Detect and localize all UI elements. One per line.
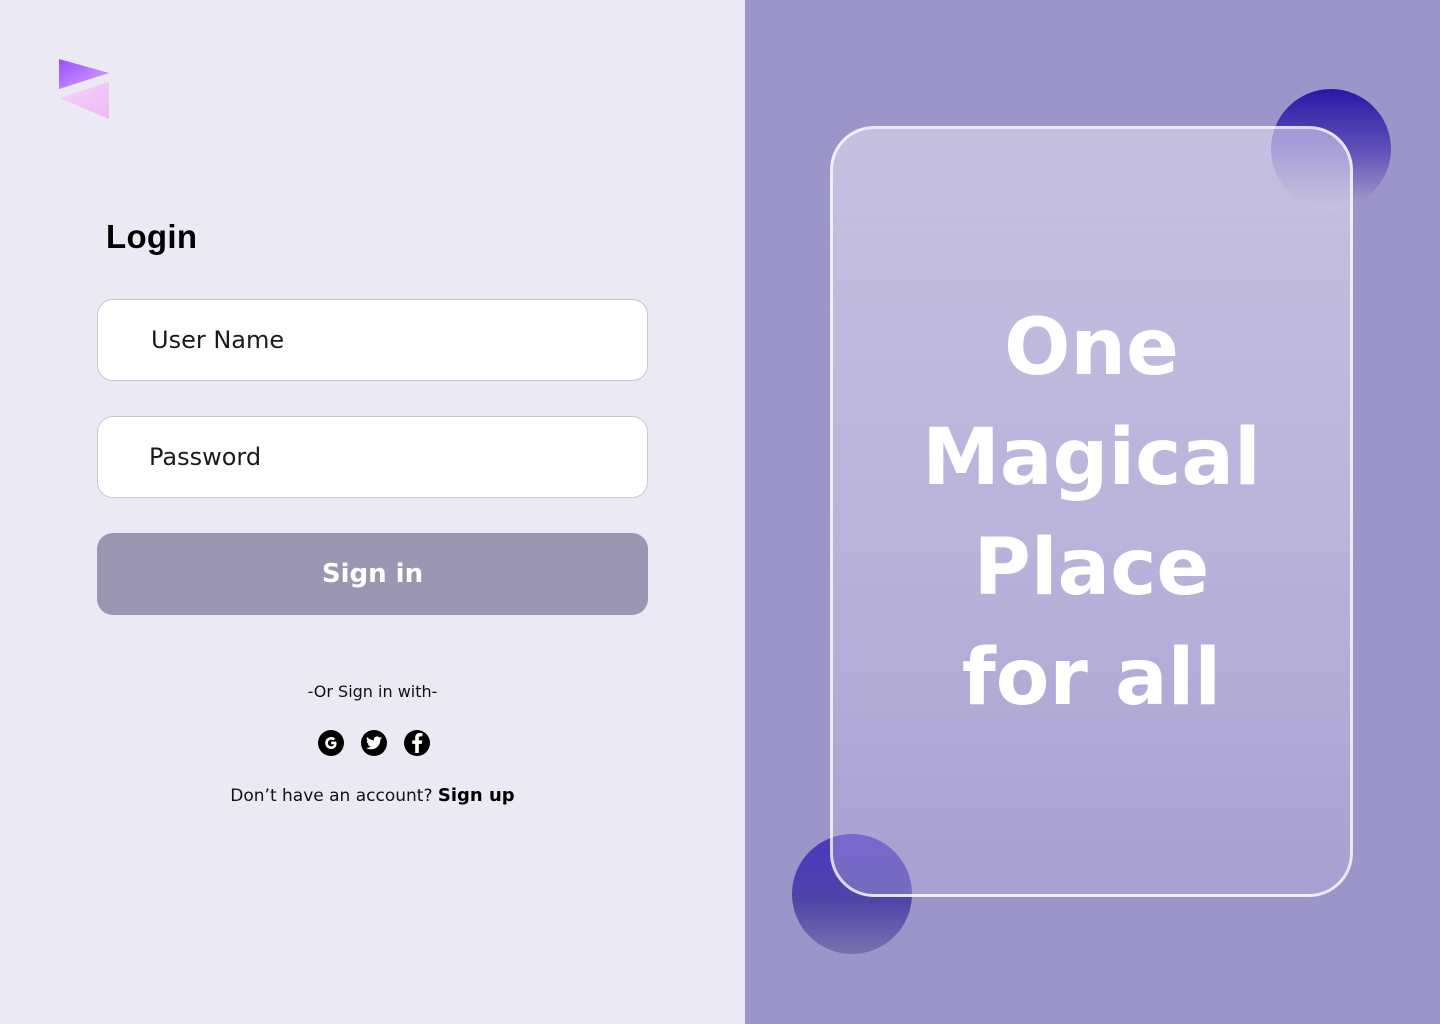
hero-line-4: for all bbox=[961, 633, 1222, 723]
hero-line-2: Magical bbox=[922, 413, 1261, 503]
username-input[interactable] bbox=[98, 300, 647, 380]
hero-line-3: Place bbox=[973, 523, 1210, 613]
facebook-signin-button[interactable] bbox=[404, 730, 430, 756]
sign-in-button[interactable]: Sign in bbox=[97, 533, 648, 615]
alt-signin-label: -Or Sign in with- bbox=[307, 682, 438, 701]
facebook-icon bbox=[412, 733, 423, 753]
hero-panel: One Magical Place for all bbox=[745, 0, 1440, 1024]
brand-logo-icon bbox=[59, 59, 109, 119]
google-signin-button[interactable] bbox=[318, 730, 344, 756]
signup-prompt-text: Don’t have an account? bbox=[230, 786, 438, 806]
login-panel: Login Sign in -Or Sign in with- Don’t ha… bbox=[0, 0, 745, 1024]
twitter-icon bbox=[366, 736, 382, 750]
password-field[interactable] bbox=[97, 416, 648, 498]
username-field[interactable] bbox=[97, 299, 648, 381]
login-title: Login bbox=[106, 218, 198, 255]
google-icon bbox=[325, 736, 337, 749]
signup-prompt: Don’t have an account? Sign up bbox=[0, 785, 745, 806]
hero-line-1: One bbox=[1004, 303, 1179, 393]
signup-link[interactable]: Sign up bbox=[438, 785, 515, 806]
password-input[interactable] bbox=[98, 417, 647, 497]
social-signin-group bbox=[318, 730, 430, 756]
twitter-signin-button[interactable] bbox=[361, 730, 387, 756]
hero-headline: One Magical Place for all bbox=[830, 293, 1353, 733]
